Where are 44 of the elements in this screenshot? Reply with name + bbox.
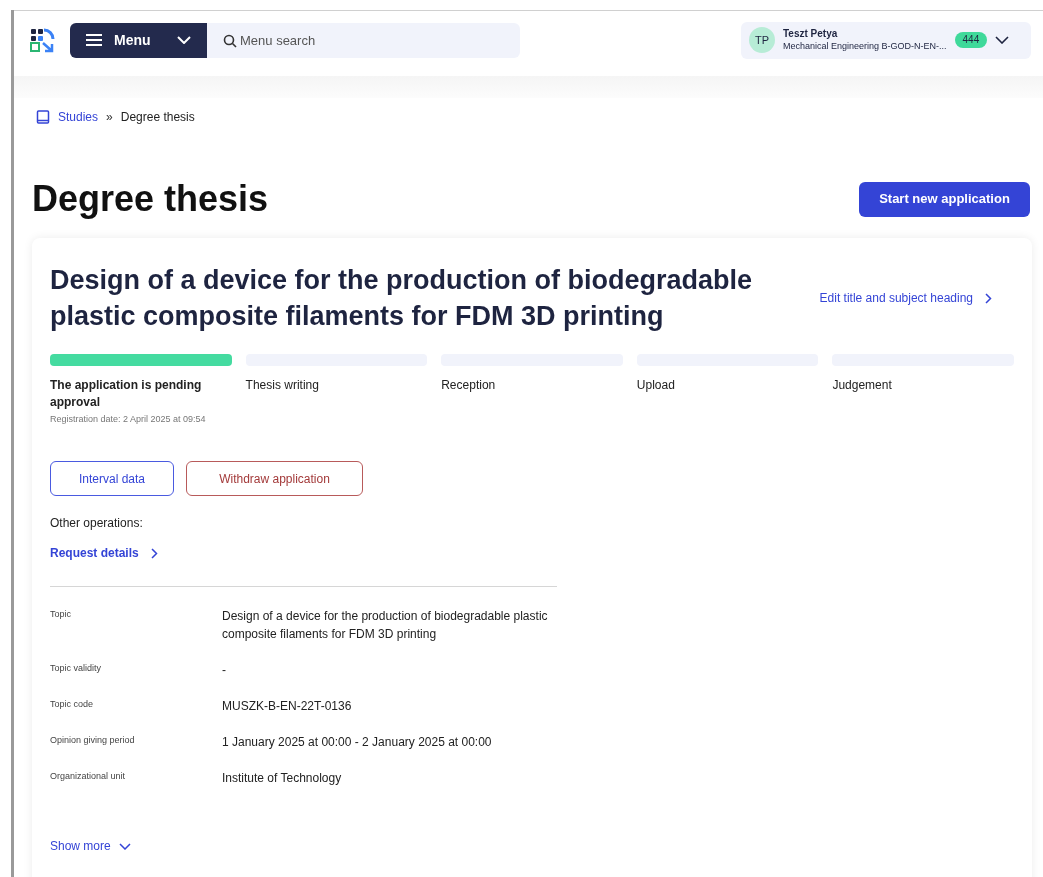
chevron-down-icon [995,36,1010,44]
chevron-down-icon [177,36,191,44]
thesis-title: Design of a device for the production of biodegradable plastic composite filaments for FDM 3D printing [50,264,754,333]
detail-value: Design of a device for the production of biodegradable plastic composite filaments for FDM 3D printing [222,608,549,643]
breadcrumb-current: Degree thesis [120,109,195,126]
detail-value: 1 January 2025 at 00:00 - 2 January 2025 at 00:00 [222,734,493,751]
chevron-down-icon [118,842,131,850]
detail-value: - [222,662,227,679]
registration-date: Registration date: 2 April 2025 at 09:54 [50,413,207,426]
book-icon [36,109,50,125]
withdraw-button[interactable]: Withdraw application [186,461,363,496]
menu-icon [86,34,102,46]
step-label: Thesis writing [245,377,320,394]
edit-title-link[interactable]: Edit title and subject heading [819,289,992,307]
step-label: Judgement [832,377,893,394]
step-label: Reception [441,377,497,394]
breadcrumb-link[interactable]: Studies [58,108,99,126]
user-menu[interactable]: TP Teszt Petya Mechanical Engineering B-GOD-N-EN-... 444 [741,21,1031,59]
search-icon [223,33,237,48]
study-program: Mechanical Engineering B-GOD-N-EN-... [783,40,947,52]
detail-label: Topic [50,608,72,621]
start-application-button[interactable]: Start new application [859,181,1030,217]
detail-label: Topic validity [50,662,103,675]
detail-value: MUSZK-B-EN-22T-0136 [222,698,353,715]
step-label: Upload [636,377,676,394]
breadcrumb-separator: » [106,109,113,126]
count-badge: 444 [954,32,988,48]
detail-value: Institute of Technology [222,770,343,787]
interval-data-button[interactable]: Interval data [50,461,174,496]
detail-label: Opinion giving period [50,734,136,747]
chevron-right-icon [150,547,158,559]
page-title: Degree thesis [32,177,269,221]
detail-label: Organizational unit [50,770,127,783]
show-more-link[interactable]: Show more [50,837,131,855]
avatar-initials: TP [749,27,775,53]
step-label: The application is pending approval [50,377,203,411]
chevron-right-icon [985,292,992,304]
logo-icon [28,26,56,54]
request-details-link[interactable]: Request details [50,544,158,562]
detail-label: Topic code [50,698,95,711]
other-operations-label: Other operations: [50,515,144,532]
search-field[interactable]: Menu search [207,22,520,58]
user-name: Teszt Petya [783,28,839,40]
menu-button[interactable]: Menu [70,22,207,58]
